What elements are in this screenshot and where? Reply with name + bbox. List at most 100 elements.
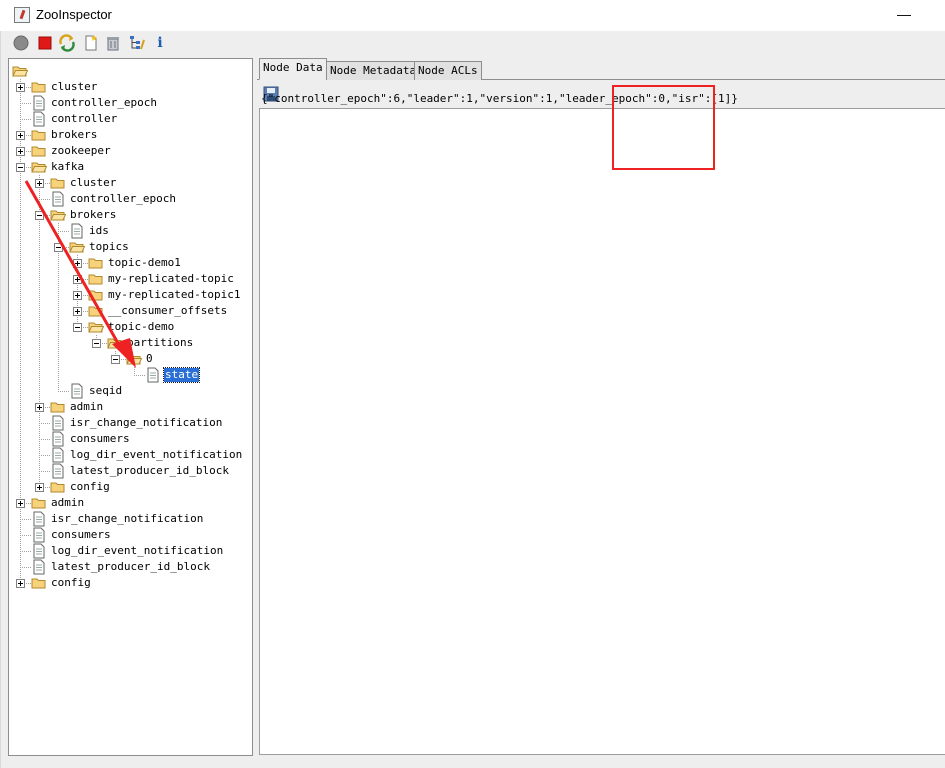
folder-icon [88,255,104,271]
tree-node-label: my-replicated-topic [108,272,234,285]
tree-node-label: topic-demo1 [108,256,181,269]
file-icon [50,447,66,463]
tree-node-label: __consumer_offsets [108,304,228,317]
tab-node-data[interactable]: Node Data [259,58,327,80]
node-data-editor[interactable] [259,108,945,755]
refresh-button[interactable] [58,34,76,52]
folder-icon [88,319,105,335]
title-bar: ZooInspector — [0,0,945,31]
tree-node-label: admin [70,400,104,413]
tree-node-label: brokers [70,208,117,221]
window-title: ZooInspector [36,7,112,22]
annotation-highlight-box [612,85,715,170]
folder-icon [126,351,143,367]
file-icon [31,511,47,527]
collapse-icon[interactable] [73,323,82,332]
info-icon: i [157,35,163,51]
folder-icon [31,575,47,591]
tree-node-label: latest_producer_id_block [51,560,210,573]
folder-icon [50,479,66,495]
collapse-icon[interactable] [54,243,63,252]
tree-node-label: partitions [127,336,194,349]
folder-icon [31,127,47,143]
tree-node-label: topic-demo [108,320,175,333]
file-icon [31,559,47,575]
about-button[interactable]: i [151,34,169,52]
trash-icon [107,37,119,51]
tree-node-label: topics [89,240,129,253]
tab-node-metadata[interactable]: Node Metadata [326,61,421,80]
tree-node-label: cluster [51,80,98,93]
folder-icon [31,495,47,511]
folder-icon [88,271,104,287]
expand-icon[interactable] [16,131,25,140]
folder-icon [88,287,104,303]
tree-node-label: 0 [146,352,153,365]
expand-icon[interactable] [16,499,25,508]
tree-node-label: controller_epoch [70,192,176,205]
folder-icon [107,335,124,351]
expand-icon[interactable] [73,291,82,300]
file-icon [50,415,66,431]
node-tree-panel[interactable]: cluster controller_epoch controller brokers… [8,58,253,756]
minimize-button[interactable]: — [896,6,912,24]
node-viewers-button[interactable] [128,34,146,52]
collapse-icon[interactable] [111,355,120,364]
collapse-icon[interactable] [35,211,44,220]
folder-icon [31,159,48,175]
tree-node-label: kafka [51,160,85,173]
tree-node-label: isr_change_notification [70,416,223,429]
folder-icon [12,63,29,79]
file-icon [69,223,85,239]
expand-icon[interactable] [73,307,82,316]
add-node-icon [85,35,97,51]
viewer-tabs: Node Data Node Metadata Node ACLs [257,58,945,80]
folder-icon [31,143,47,159]
expand-icon[interactable] [35,179,44,188]
disconnect-icon [38,36,52,50]
tree-node-label: zookeeper [51,144,111,157]
disconnect-button[interactable] [36,34,54,52]
tree-node-label: isr_change_notification [51,512,204,525]
tree-node-label: cluster [70,176,117,189]
file-icon [69,383,85,399]
expand-icon[interactable] [73,259,82,268]
expand-icon[interactable] [35,483,44,492]
tree-node-label: controller [51,112,118,125]
tree-node-label: consumers [70,432,130,445]
tree-node-label: log_dir_event_notification [70,448,243,461]
connect-button[interactable] [12,34,30,52]
tree-node-label: config [70,480,110,493]
tree-node-label: my-replicated-topic1 [108,288,241,301]
tree-node-label: admin [51,496,85,509]
file-icon [31,111,47,127]
tab-node-acls[interactable]: Node ACLs [414,61,482,80]
expand-icon[interactable] [35,403,44,412]
tree-node-label: consumers [51,528,111,541]
add-node-button[interactable] [82,34,100,52]
expand-icon[interactable] [16,83,25,92]
delete-node-button[interactable] [104,34,122,52]
expand-icon[interactable] [73,275,82,284]
node-viewers-icon [130,36,145,50]
file-icon [31,543,47,559]
tree-node-label: config [51,576,91,589]
folder-icon [69,239,86,255]
folder-icon [31,79,47,95]
file-icon [50,191,66,207]
folder-icon [50,175,66,191]
collapse-icon[interactable] [16,163,25,172]
folder-icon [50,207,67,223]
file-icon [31,527,47,543]
file-icon [145,367,161,383]
expand-icon[interactable] [16,579,25,588]
expand-icon[interactable] [16,147,25,156]
node-tree: cluster controller_epoch controller brokers… [9,59,252,755]
file-icon [31,95,47,111]
file-icon [50,463,66,479]
folder-icon [88,303,104,319]
tree-node-label: log_dir_event_notification [51,544,224,557]
tree-node-label: latest_producer_id_block [70,464,229,477]
tree-node-label: state [162,367,201,383]
collapse-icon[interactable] [92,339,101,348]
